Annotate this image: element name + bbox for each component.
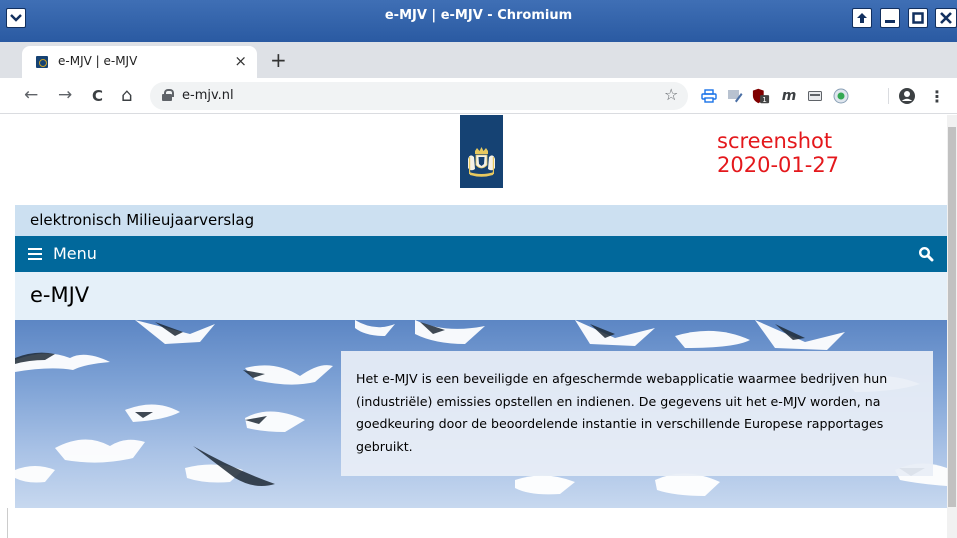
window-close-button[interactable] [935, 8, 957, 28]
browser-toolbar: ← → C ⌂ e-mjv.nl ☆ 1 m ⋮ [0, 78, 957, 114]
close-icon [940, 12, 952, 24]
hero-banner: Het e-MJV is een beveiligde en afgescher… [15, 320, 947, 508]
main-menu-bar: Menu [15, 236, 947, 272]
tab-close-icon[interactable]: × [234, 52, 247, 70]
window-minimize-button[interactable] [880, 8, 900, 28]
url-text: e-mjv.nl [182, 88, 234, 103]
rijksoverheid-favicon-icon [36, 56, 48, 68]
scrollbar-thumb[interactable] [948, 127, 956, 507]
site-subtitle: elektronisch Milieujaarverslag [30, 211, 255, 229]
page-left-edge [7, 508, 8, 538]
search-icon[interactable] [918, 246, 934, 262]
home-icon[interactable]: ⌂ [121, 85, 132, 106]
browser-menu-icon[interactable]: ⋮ [928, 87, 946, 106]
extension-m-icon[interactable]: m [780, 87, 798, 105]
site-subtitle-bar: elektronisch Milieujaarverslag [15, 205, 947, 236]
profile-avatar-icon[interactable] [898, 87, 916, 105]
page-scrollbar[interactable] [947, 115, 957, 538]
hamburger-icon[interactable] [28, 248, 42, 260]
lock-icon [162, 89, 174, 101]
extension-ublock-icon[interactable]: 1 [752, 87, 770, 105]
window-titlebar: e-MJV | e-MJV - Chromium [0, 0, 957, 42]
arrow-up-icon [857, 13, 867, 23]
forward-arrow-icon[interactable]: → [58, 85, 72, 105]
extension-edit-icon[interactable] [726, 87, 744, 105]
hero-intro-box: Het e-MJV is een beveiligde en afgescher… [341, 351, 933, 476]
minimize-icon [885, 20, 895, 23]
new-tab-button[interactable]: + [270, 48, 287, 72]
page-title: e-MJV [30, 283, 90, 307]
reload-icon[interactable]: C [92, 87, 103, 105]
menu-button[interactable]: Menu [53, 244, 97, 263]
screenshot-stamp: screenshot 2020-01-27 [717, 129, 839, 177]
back-arrow-icon[interactable]: ← [24, 85, 38, 105]
toolbar-separator [888, 88, 889, 104]
stamp-line-1: screenshot [717, 129, 833, 153]
stamp-line-2: 2020-01-27 [717, 153, 840, 177]
extension-badge-count: 1 [762, 95, 767, 104]
bookmark-star-icon[interactable]: ☆ [664, 85, 678, 104]
extension-card-icon[interactable] [806, 87, 824, 105]
page-heading-bar: e-MJV [15, 272, 947, 320]
window-raise-button[interactable] [852, 8, 872, 28]
extension-printer-icon[interactable] [700, 87, 718, 105]
maximize-icon [912, 12, 924, 24]
crown-lion-emblem-icon [468, 147, 495, 177]
hero-intro-text: Het e-MJV is een beveiligde en afgescher… [356, 371, 888, 454]
tab-emjv[interactable]: e-MJV | e-MJV × [22, 46, 257, 78]
window-title: e-MJV | e-MJV - Chromium [384, 8, 573, 23]
tab-title: e-MJV | e-MJV [58, 54, 138, 68]
tab-strip: e-MJV | e-MJV × + [0, 42, 957, 78]
page-viewport: screenshot 2020-01-27 elektronisch Milie… [0, 115, 947, 538]
rijksoverheid-logo[interactable] [460, 115, 503, 188]
window-maximize-button[interactable] [908, 8, 928, 28]
address-bar[interactable]: e-mjv.nl ☆ [150, 82, 688, 110]
extension-green-circle-icon[interactable] [832, 87, 850, 105]
